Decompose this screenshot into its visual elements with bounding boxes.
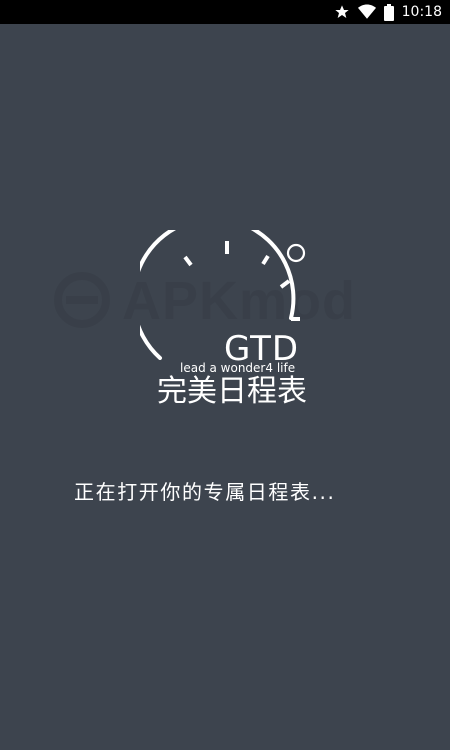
watermark-logo-icon <box>54 272 110 328</box>
loading-message: 正在打开你的专属日程表... <box>74 480 336 504</box>
status-bar: 10:18 <box>0 0 450 24</box>
wifi-icon <box>357 4 376 20</box>
status-time: 10:18 <box>401 4 442 20</box>
app-name: 完美日程表 <box>157 374 307 409</box>
status-icons: 10:18 <box>334 0 442 24</box>
star-icon <box>334 4 350 20</box>
battery-icon <box>383 3 394 21</box>
